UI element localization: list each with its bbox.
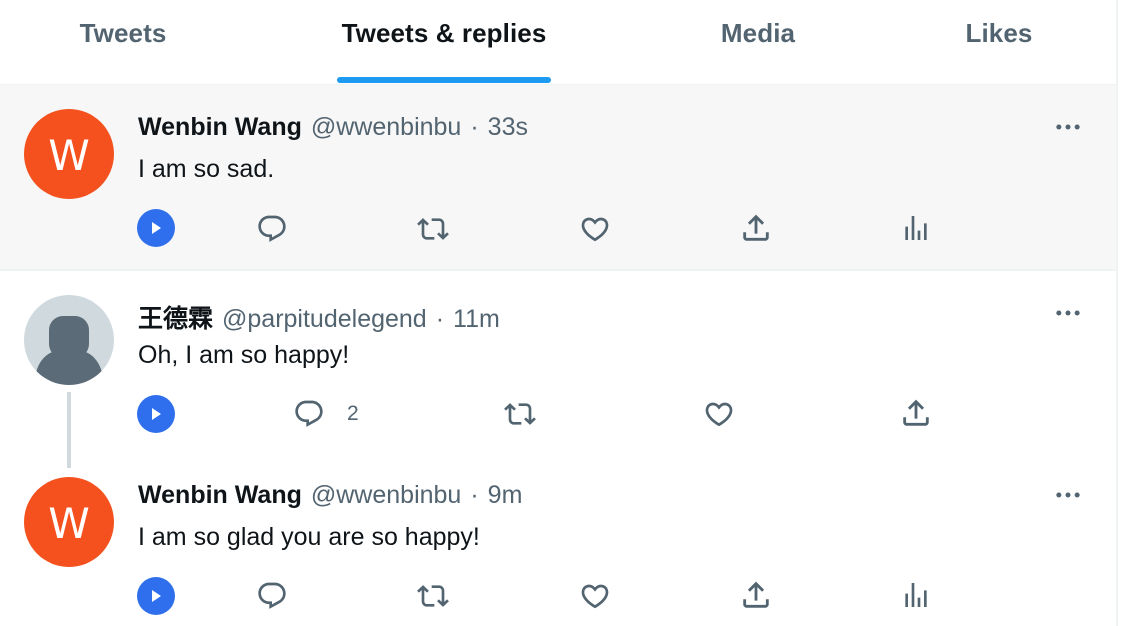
more-options-button[interactable] [1050,303,1086,323]
reply-button[interactable] [256,580,288,612]
analytics-button[interactable] [900,578,932,612]
tweet-header: Wenbin Wang @wwenbinbu · 9m [138,481,522,510]
analytics-button[interactable] [900,211,932,245]
play-button[interactable] [137,577,175,615]
avatar-letter: W [48,498,90,548]
play-icon [137,577,175,615]
play-icon [137,395,175,433]
author-handle[interactable]: @wwenbinbu [311,481,461,510]
more-icon [1053,122,1083,132]
avatar-letter: W [48,130,90,180]
retweet-icon [502,398,538,430]
like-button[interactable] [702,398,736,430]
tab-media[interactable]: Media [688,0,828,84]
share-button[interactable] [739,578,773,612]
tab-tweets-label: Tweets [79,18,167,48]
author-handle[interactable]: @wwenbinbu [311,113,461,142]
profile-tabs: Tweets Tweets & replies Media Likes [0,0,1116,85]
share-button[interactable] [899,396,933,430]
tweet-1[interactable]: W Wenbin Wang @wwenbinbu · 33s I am so s… [0,85,1116,269]
column-border [1116,0,1118,626]
like-icon [578,213,612,245]
reply-count: 2 [347,402,359,425]
share-icon [739,578,773,612]
header-separator: · [470,113,479,141]
more-options-button[interactable] [1050,485,1086,505]
more-options-button[interactable] [1050,117,1086,137]
analytics-icon [900,211,932,245]
avatar[interactable]: W [24,477,114,567]
author-name[interactable]: Wenbin Wang [138,113,302,142]
tweet-timestamp[interactable]: 9m [488,481,523,510]
author-name[interactable]: Wenbin Wang [138,481,302,510]
tab-tweets-and-replies[interactable]: Tweets & replies [314,0,574,84]
like-icon [702,398,736,430]
author-name[interactable]: 王德霖 [138,299,213,335]
reply-button[interactable]: 2 [293,398,359,430]
like-button[interactable] [578,213,612,245]
tweet-header: 王德霖 @parpitudelegend · 11m [138,299,500,335]
share-icon [739,211,773,245]
avatar[interactable] [24,295,114,385]
tweet-text: I am so sad. [138,155,275,183]
more-icon [1053,490,1083,500]
avatar[interactable]: W [24,109,114,199]
share-button[interactable] [739,211,773,245]
tweet-header: Wenbin Wang @wwenbinbu · 33s [138,113,528,142]
retweet-button[interactable] [502,398,538,430]
tweet-timestamp[interactable]: 33s [488,113,528,142]
analytics-icon [900,578,932,612]
tab-likes-label: Likes [965,18,1033,48]
tweet-3[interactable]: W Wenbin Wang @wwenbinbu · 9m I am so gl… [0,453,1116,626]
tweet-text: Oh, I am so happy! [138,341,350,369]
header-separator: · [470,481,479,509]
tweet-timestamp[interactable]: 11m [453,305,500,334]
author-handle[interactable]: @parpitudelegend [222,305,427,334]
retweet-icon [415,580,451,612]
header-separator: · [435,305,445,333]
reply-icon [256,213,288,245]
default-profile-icon [34,316,104,385]
tab-tweets[interactable]: Tweets [44,0,202,84]
share-icon [899,396,933,430]
retweet-button[interactable] [415,580,451,612]
more-icon [1053,308,1083,318]
tab-media-label: Media [720,18,796,48]
like-button[interactable] [578,580,612,612]
tab-likes[interactable]: Likes [940,0,1058,84]
retweet-button[interactable] [415,213,451,245]
tweet-2[interactable]: 王德霖 @parpitudelegend · 11m Oh, I am so h… [0,271,1116,468]
play-icon [137,209,175,247]
tab-tweets-and-replies-label: Tweets & replies [341,18,547,48]
tweet-text: I am so glad you are so happy! [138,523,480,551]
reply-icon [293,398,325,430]
reply-button[interactable] [256,213,288,245]
retweet-icon [415,213,451,245]
like-icon [578,580,612,612]
play-button[interactable] [137,209,175,247]
play-button[interactable] [137,395,175,433]
active-tab-indicator [337,77,551,83]
reply-icon [256,580,288,612]
